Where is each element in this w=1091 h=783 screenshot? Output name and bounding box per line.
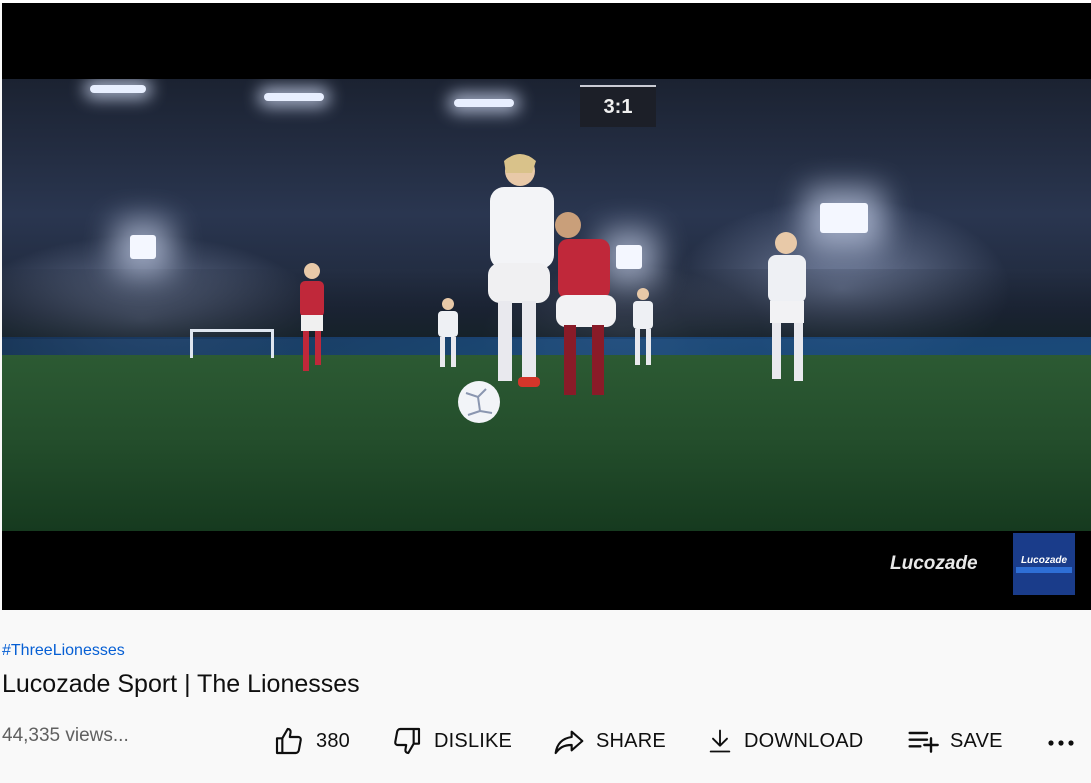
player-white-lead xyxy=(488,154,554,387)
player-red-far xyxy=(300,263,324,371)
brand-logo-badge-text: Lucozade xyxy=(1020,555,1068,566)
goal-frame xyxy=(190,329,274,358)
player-white-right xyxy=(768,232,806,381)
stadium-light xyxy=(264,93,324,101)
download-icon xyxy=(706,725,734,757)
brand-logo-text: Lucozade xyxy=(890,553,978,574)
brand-logo-badge-stripe xyxy=(1016,567,1072,573)
dislike-label: DISLIKE xyxy=(434,729,513,752)
player-white-back xyxy=(633,288,653,365)
scoreboard: 3:1 xyxy=(580,85,656,127)
save-label: SAVE xyxy=(950,729,1003,752)
share-label: SHARE xyxy=(596,729,666,752)
brand-logo-badge: Lucozade xyxy=(1013,533,1075,595)
floodlight xyxy=(130,235,156,259)
like-count: 380 xyxy=(316,729,350,752)
video-player[interactable]: 3:1 Lucozade Lucozade xyxy=(2,3,1091,610)
thumbs-down-icon xyxy=(390,725,424,757)
download-button[interactable]: DOWNLOAD xyxy=(706,725,863,757)
stadium-light xyxy=(90,85,146,93)
video-title: Lucozade Sport | The Lionesses xyxy=(2,670,360,698)
like-button[interactable]: 380 xyxy=(272,725,350,757)
more-horizontal-icon xyxy=(1047,734,1075,752)
thumbs-up-icon xyxy=(272,725,306,757)
hashtag-link[interactable]: #ThreeLionesses xyxy=(2,642,125,660)
dislike-button[interactable]: DISLIKE xyxy=(390,725,512,757)
save-button[interactable]: SAVE xyxy=(906,725,1003,757)
stadium-light xyxy=(454,99,514,107)
more-actions-button[interactable] xyxy=(1046,730,1076,756)
playlist-add-icon xyxy=(906,725,940,757)
download-label: DOWNLOAD xyxy=(744,729,864,752)
share-button[interactable]: SHARE xyxy=(552,725,666,757)
floodlight xyxy=(820,203,868,233)
football xyxy=(458,381,500,423)
share-arrow-icon xyxy=(552,725,586,757)
view-count[interactable]: 44,335 views... xyxy=(2,725,129,747)
video-frame: 3:1 xyxy=(2,79,1091,531)
